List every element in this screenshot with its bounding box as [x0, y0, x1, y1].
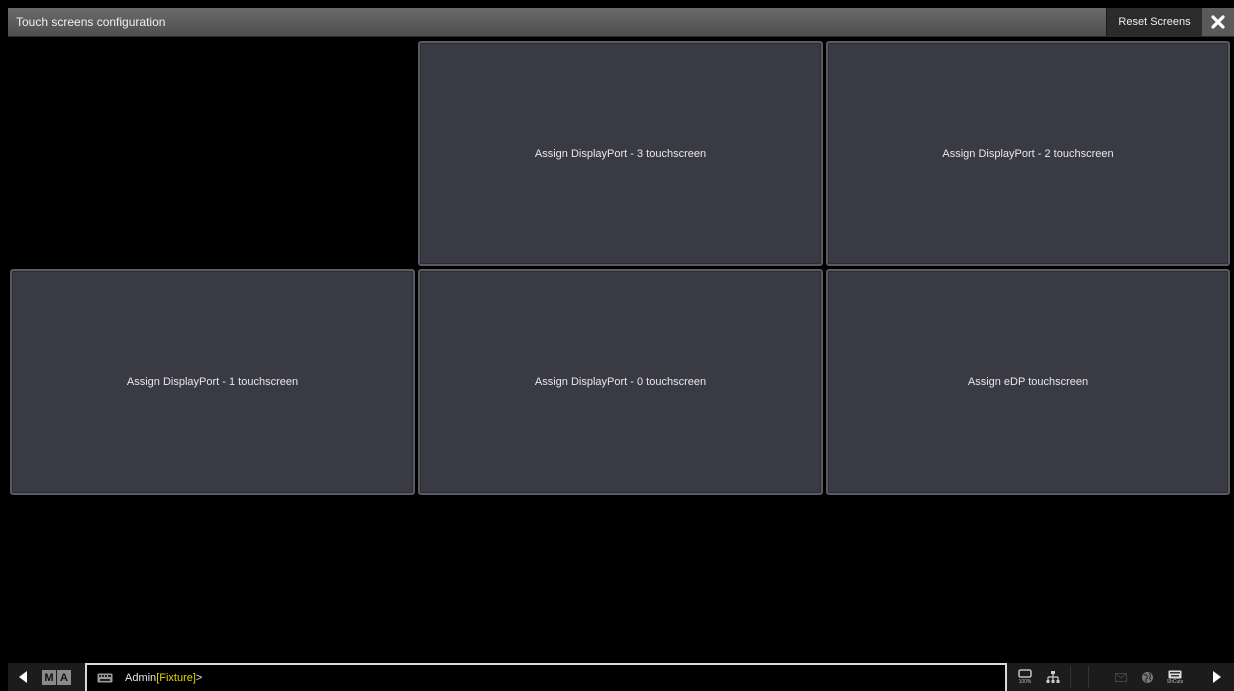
separator [1088, 666, 1089, 688]
screen-icon [1018, 669, 1032, 678]
shortcuts-label: ShCuts [1166, 678, 1184, 685]
prompt-suffix: > [195, 672, 203, 684]
next-button[interactable] [1204, 663, 1230, 691]
close-icon [1211, 15, 1225, 29]
keyboard-icon [97, 673, 113, 683]
prompt-context: [Fixture] [156, 672, 196, 684]
panel-label: Assign eDP touchscreen [967, 376, 1089, 388]
close-button[interactable] [1202, 8, 1234, 36]
command-prompt: Admin[Fixture]> [125, 672, 202, 684]
shortcuts-button[interactable]: ShCuts [1162, 663, 1188, 691]
window-title: Touch screens configuration [16, 15, 166, 29]
mail-button[interactable] [1108, 663, 1134, 691]
panel-label: Assign DisplayPort - 3 touchscreen [534, 147, 707, 160]
assign-displayport-2-panel[interactable]: Assign DisplayPort - 2 touchscreen [826, 41, 1230, 266]
assign-displayport-3-panel[interactable]: Assign DisplayPort - 3 touchscreen [418, 41, 823, 266]
zoom-label: 100% [1018, 679, 1032, 685]
zoom-button[interactable]: 100% [1012, 663, 1038, 691]
separator [1070, 666, 1071, 688]
arrow-left-icon [19, 671, 27, 683]
reset-screens-button[interactable]: Reset Screens [1106, 8, 1202, 36]
network-icon [1046, 671, 1060, 683]
panel-label: Assign DisplayPort - 0 touchscreen [534, 376, 707, 388]
keyboard-icon [1168, 670, 1182, 678]
globe-icon [1141, 671, 1153, 683]
panel-label: Assign DisplayPort - 1 touchscreen [126, 376, 299, 388]
logo-m: M [42, 670, 56, 685]
assign-edp-panel[interactable]: Assign eDP touchscreen [826, 269, 1230, 495]
assign-displayport-0-panel[interactable]: Assign DisplayPort - 0 touchscreen [418, 269, 823, 495]
globe-button[interactable] [1134, 663, 1160, 691]
ma-logo[interactable]: M A [42, 670, 71, 685]
arrow-right-icon [1213, 671, 1221, 683]
logo-a: A [57, 670, 71, 685]
assign-displayport-1-panel[interactable]: Assign DisplayPort - 1 touchscreen [10, 269, 415, 495]
network-button[interactable] [1040, 663, 1066, 691]
command-bar: M A Admin[Fixture]> 100% ShCuts [8, 663, 1234, 691]
prompt-user: Admin [125, 672, 157, 684]
command-line-input[interactable]: Admin[Fixture]> [85, 663, 1007, 691]
panel-label: Assign DisplayPort - 2 touchscreen [942, 147, 1114, 160]
mail-icon [1115, 672, 1127, 682]
previous-button[interactable] [10, 663, 36, 691]
title-bar: Touch screens configuration Reset Screen… [8, 8, 1234, 37]
